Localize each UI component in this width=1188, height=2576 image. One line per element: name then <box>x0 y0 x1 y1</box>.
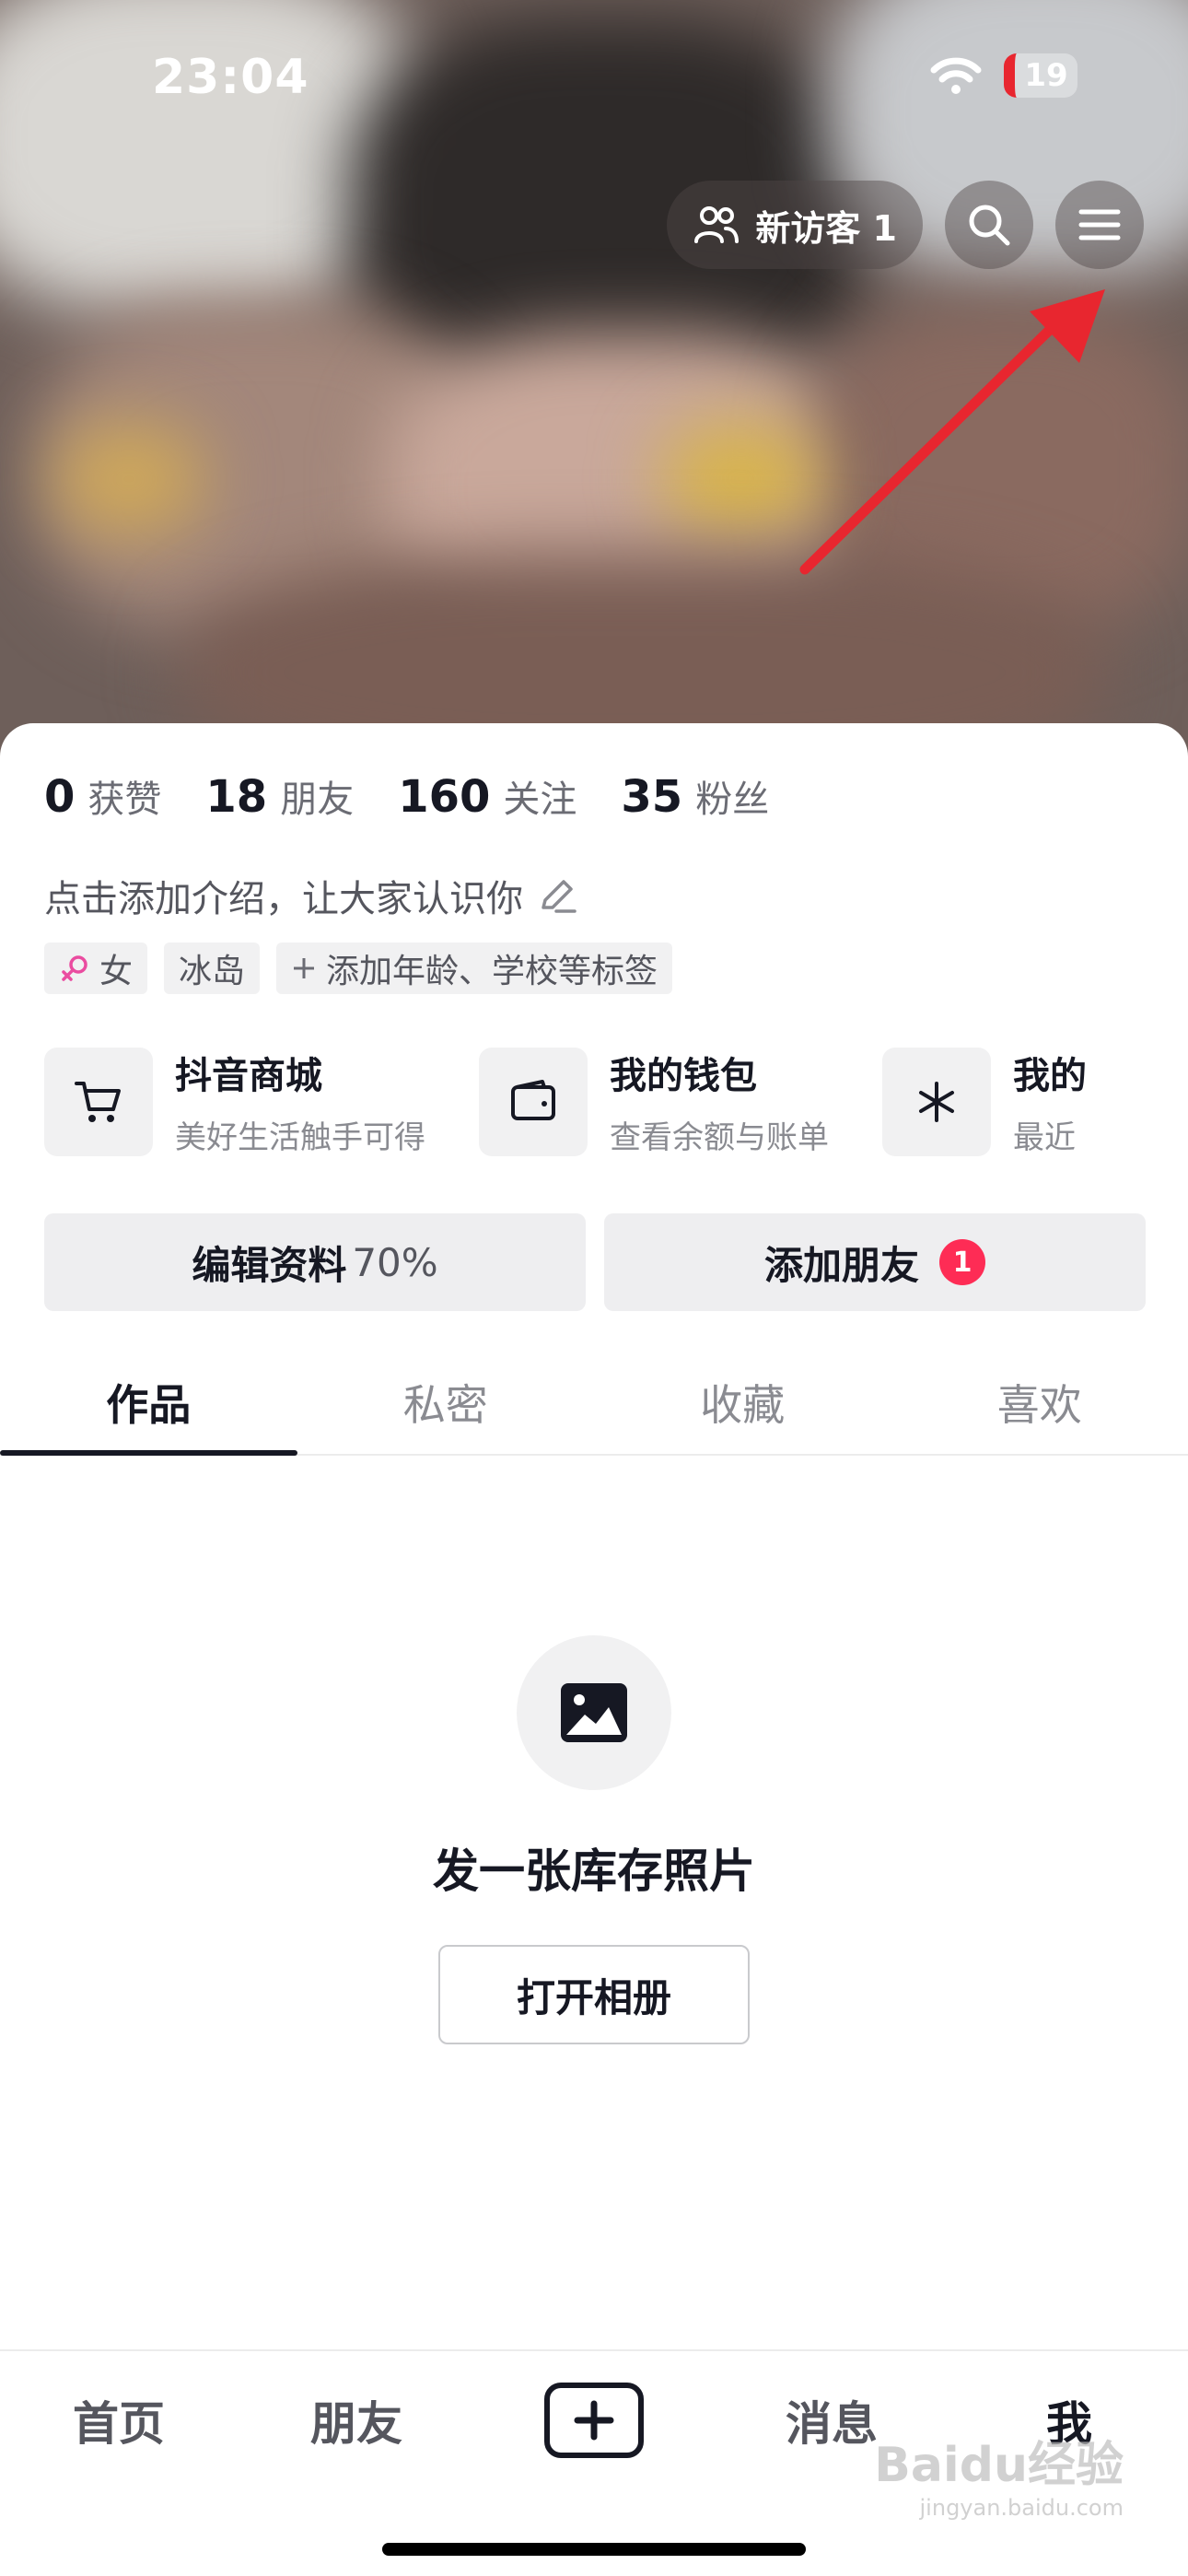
service-title: 我的 <box>1013 1055 1087 1097</box>
bio-text: 点击添加介绍，让大家认识你 <box>44 878 523 920</box>
content-tabs: 作品 私密 收藏 喜欢 <box>0 1350 1188 1456</box>
nav-home[interactable]: 首页 <box>0 2387 238 2453</box>
add-tags-button[interactable]: 添加年龄、学校等标签 <box>276 943 673 994</box>
stat-friends[interactable]: 18 朋友 <box>205 769 354 823</box>
menu-button[interactable] <box>1055 181 1144 269</box>
stat-label: 粉丝 <box>695 779 770 821</box>
empty-state-title: 发一张库存照片 <box>433 1844 755 1898</box>
plus-icon <box>574 2400 614 2441</box>
tab-likes[interactable]: 喜欢 <box>891 1350 1188 1454</box>
wallet-icon <box>511 1079 555 1120</box>
add-friend-label: 添加朋友 <box>763 1242 919 1288</box>
shopping-cart-icon <box>75 1081 121 1122</box>
service-subtitle: 最近 <box>1013 1119 1076 1156</box>
profile-stats: 0 获赞 18 朋友 160 关注 35 粉丝 <box>44 769 769 823</box>
stat-value: 0 <box>44 771 76 823</box>
profile-tags: 女 冰岛 添加年龄、学校等标签 <box>44 943 673 994</box>
status-indicators: 19 <box>930 53 1077 98</box>
wallet-shortcut[interactable]: 我的钱包 查看余额与账单 <box>479 1046 829 1157</box>
stat-label: 关注 <box>503 779 577 821</box>
service-subtitle: 查看余额与账单 <box>610 1119 829 1156</box>
service-subtitle: 美好生活触手可得 <box>175 1119 425 1156</box>
battery-indicator: 19 <box>1004 53 1077 98</box>
create-button[interactable] <box>544 2383 644 2458</box>
watermark: Baidu经验 jingyan.baidu.com <box>874 2426 1124 2521</box>
female-symbol-icon <box>62 955 87 981</box>
bio-prompt[interactable]: 点击添加介绍，让大家认识你 <box>44 869 578 922</box>
search-icon <box>969 205 1010 246</box>
new-visitors-label: 新访客 1 <box>755 207 897 249</box>
image-icon <box>561 1683 627 1742</box>
stat-likes[interactable]: 0 获赞 <box>44 769 161 823</box>
bottom-nav: 首页 朋友 消息 我 Baidu经验 jingyan.baidu.com <box>0 2349 1188 2576</box>
service-title: 我的钱包 <box>610 1055 757 1097</box>
service-title: 抖音商城 <box>175 1055 322 1097</box>
profile-cover: 23:04 19 新访客 1 <box>0 0 1188 765</box>
nav-create[interactable] <box>475 2383 713 2458</box>
profile-completion: 70% <box>352 1239 438 1285</box>
service-shortcuts: 抖音商城 美好生活触手可得 我的钱包 查看余额与账单 我的 最近 <box>44 1046 1188 1157</box>
nav-friends[interactable]: 朋友 <box>238 2387 475 2453</box>
location-tag[interactable]: 冰岛 <box>164 943 261 994</box>
open-album-button[interactable]: 打开相册 <box>438 1945 750 2044</box>
third-service-shortcut[interactable]: 我的 最近 <box>882 1046 1087 1157</box>
stat-following[interactable]: 160 关注 <box>398 769 577 823</box>
tab-private[interactable]: 私密 <box>297 1350 595 1454</box>
add-tags-label: 添加年龄、学校等标签 <box>326 953 658 990</box>
plus-icon <box>294 958 315 978</box>
watermark-sub: jingyan.baidu.com <box>919 2495 1124 2521</box>
home-indicator <box>382 2543 806 2556</box>
asterisk-icon <box>919 1081 954 1122</box>
watermark-main: Baidu经验 <box>874 2438 1124 2493</box>
edit-profile-button[interactable]: 编辑资料 70% <box>44 1213 586 1311</box>
search-button[interactable] <box>945 181 1033 269</box>
gender-tag[interactable]: 女 <box>44 943 148 994</box>
stat-followers[interactable]: 35 粉丝 <box>621 769 769 823</box>
stat-label: 朋友 <box>280 779 355 821</box>
douyin-mall-shortcut[interactable]: 抖音商城 美好生活触手可得 <box>44 1046 425 1157</box>
stat-value: 160 <box>398 771 491 823</box>
stat-label: 获赞 <box>87 779 162 821</box>
edit-pencil-icon <box>542 880 577 913</box>
gender-label: 女 <box>99 953 134 990</box>
stat-value: 35 <box>621 771 683 823</box>
notification-badge: 1 <box>939 1239 985 1285</box>
profile-card: 0 获赞 18 朋友 160 关注 35 粉丝 点击添加介绍，让大家认识你 女 … <box>0 723 1188 2349</box>
hamburger-menu-icon <box>1078 209 1121 240</box>
edit-profile-label: 编辑资料 <box>192 1242 347 1288</box>
add-friend-button[interactable]: 添加朋友 1 <box>604 1213 1146 1311</box>
annotation-arrow <box>799 289 1105 575</box>
wifi-icon <box>930 57 982 94</box>
location-label: 冰岛 <box>179 953 246 990</box>
status-time: 23:04 <box>152 50 309 105</box>
stat-value: 18 <box>205 771 268 823</box>
new-visitors-button[interactable]: 新访客 1 <box>667 181 923 269</box>
users-icon <box>694 206 740 243</box>
tab-works[interactable]: 作品 <box>0 1350 297 1456</box>
tab-favorites[interactable]: 收藏 <box>594 1350 891 1454</box>
empty-state: 发一张库存照片 打开相册 <box>0 1635 1188 2044</box>
